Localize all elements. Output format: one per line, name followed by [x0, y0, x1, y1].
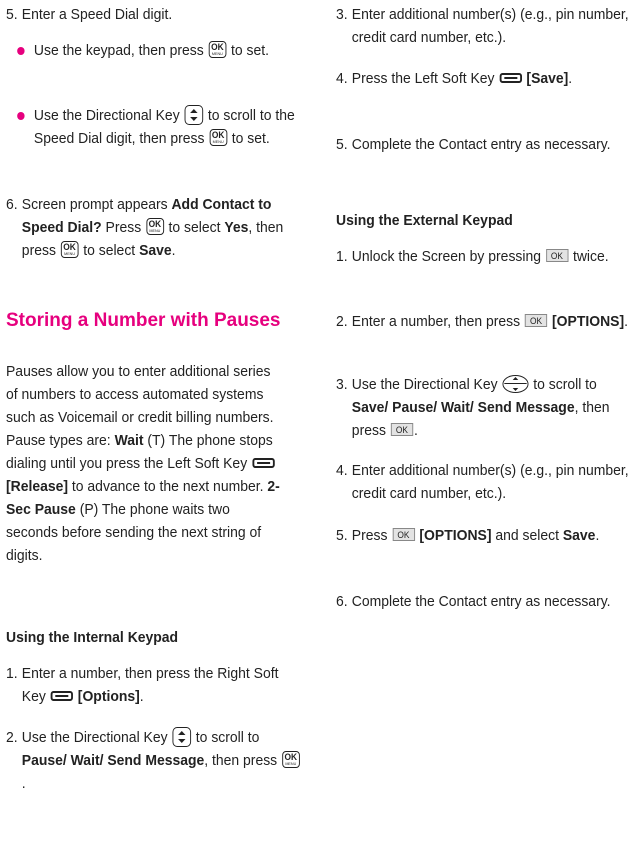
release-term: [Release] [6, 478, 69, 495]
options-term: [Options] [77, 688, 140, 705]
step-text: Enter additional number(s) (e.g., pin nu… [351, 462, 629, 502]
step-text: . [21, 775, 26, 792]
step-text: to select [83, 242, 136, 259]
external-step-1: 1. Unlock the Screen by pressing twice. [336, 245, 622, 268]
directional-key-icon [184, 105, 204, 125]
external-step-4: 4. Enter additional number(s) (e.g., pin… [336, 459, 631, 505]
step-text: Press the Left Soft Key [351, 70, 495, 87]
ok-key-icon [524, 314, 548, 327]
menu-option-text: Save/ Pause/ Wait/ Send Message [351, 399, 575, 416]
step-text: Enter a number, then press [351, 313, 521, 330]
section-heading: Storing a Number with Pauses [6, 310, 281, 331]
save-option-text: Save [139, 242, 172, 259]
options-term: [OPTIONS] [419, 527, 492, 544]
internal-step-2: 2. Use the Directional Key to scroll to … [6, 726, 301, 795]
ok-menu-key-icon [60, 241, 79, 258]
ok-menu-key-icon [146, 218, 164, 235]
step-number: 2. [6, 729, 18, 746]
ok-key-icon [392, 528, 415, 541]
external-directional-key-icon [502, 375, 529, 393]
ok-key-icon [545, 249, 569, 262]
step-text: Press [105, 219, 142, 236]
step-text: to select [168, 219, 221, 236]
external-step-6: 6. Complete the Contact entry as necessa… [336, 590, 631, 613]
internal-step-3: 3. Enter additional number(s) (e.g., pin… [336, 3, 631, 49]
step-text: to scroll to [195, 729, 260, 746]
step-text: . [171, 242, 176, 259]
step-number: 5. [6, 6, 18, 23]
step-number: 6. [6, 196, 18, 213]
directional-key-icon [172, 727, 191, 747]
bullet-dot [17, 112, 25, 120]
step-6: 6. Screen prompt appears Add Contact to … [6, 193, 301, 262]
step-text: and select [495, 527, 559, 544]
step-number: 1. [336, 248, 348, 265]
step-text: , then press [204, 752, 278, 769]
bullet-text: to set. [231, 130, 270, 147]
save-term: [Save] [526, 70, 569, 87]
step-number: 3. [336, 376, 348, 393]
step-number: 5. [336, 136, 348, 153]
ok-menu-key-icon [208, 41, 227, 58]
step-text: Press [351, 527, 388, 544]
yes-option-text: Yes [224, 219, 249, 236]
bullet-use-keypad: Use the keypad, then press to set. [6, 39, 304, 62]
bullet-use-directional-key: Use the Directional Key to scroll to the… [6, 104, 313, 150]
step-text: twice. [572, 248, 609, 265]
bullet-text: Use the keypad, then press [33, 42, 204, 59]
pauses-intro-paragraph: Pauses allow you to enter additional ser… [6, 360, 285, 567]
bullet-dot [17, 47, 25, 55]
ok-key-icon [390, 423, 414, 436]
bullet-text: Use the Directional Key [33, 107, 180, 124]
left-soft-key-icon [499, 73, 522, 83]
external-step-3: 3. Use the Directional Key to scroll to … [336, 373, 631, 442]
step-text: Use the Directional Key [351, 376, 498, 393]
manual-page: 5. Enter a Speed Dial digit. Use the key… [0, 0, 636, 868]
external-step-5: 5. Press [OPTIONS] and select Save. [336, 524, 622, 547]
save-option-text: Save [562, 527, 596, 544]
step-text: Enter a Speed Dial digit. [21, 6, 173, 23]
step-text: Screen prompt appears [21, 196, 168, 213]
internal-step-5: 5. Complete the Contact entry as necessa… [336, 133, 631, 156]
left-soft-key-icon [251, 458, 275, 468]
paragraph-text: to advance to the next number. [71, 478, 264, 495]
step-text: to scroll to [533, 376, 597, 393]
step-text: . [413, 422, 418, 439]
step-text: Enter additional number(s) (e.g., pin nu… [351, 6, 629, 46]
right-soft-key-icon [50, 691, 73, 701]
step-text: Complete the Contact entry as necessary. [351, 136, 611, 153]
step-5: 5. Enter a Speed Dial digit. [6, 3, 301, 26]
bullet-text: to set. [231, 42, 270, 59]
step-text: . [624, 313, 628, 330]
step-number: 5. [336, 527, 348, 544]
internal-step-1: 1. Enter a number, then press the Right … [6, 662, 301, 708]
menu-option-text: Pause/ Wait/ Send Message [21, 752, 205, 769]
step-text: . [568, 70, 573, 87]
ok-menu-key-icon [209, 129, 227, 146]
external-step-2: 2. Enter a number, then press [OPTIONS]. [336, 310, 631, 333]
ok-menu-key-icon [281, 751, 300, 768]
step-number: 4. [336, 70, 348, 87]
step-number: 1. [6, 665, 18, 682]
step-text: Use the Directional Key [21, 729, 168, 746]
step-text: Unlock the Screen by pressing [351, 248, 542, 265]
internal-step-4: 4. Press the Left Soft Key [Save]. [336, 67, 631, 90]
options-term: [OPTIONS] [552, 313, 625, 330]
step-number: 2. [336, 313, 348, 330]
step-number: 6. [336, 593, 348, 610]
step-number: 3. [336, 6, 348, 23]
internal-keypad-heading: Using the Internal Keypad [6, 629, 179, 646]
step-text: . [595, 527, 600, 544]
step-number: 4. [336, 462, 348, 479]
step-text: . [139, 688, 144, 705]
wait-term: Wait [114, 432, 144, 449]
external-keypad-heading: Using the External Keypad [336, 212, 513, 229]
step-text: Complete the Contact entry as necessary. [351, 593, 611, 610]
